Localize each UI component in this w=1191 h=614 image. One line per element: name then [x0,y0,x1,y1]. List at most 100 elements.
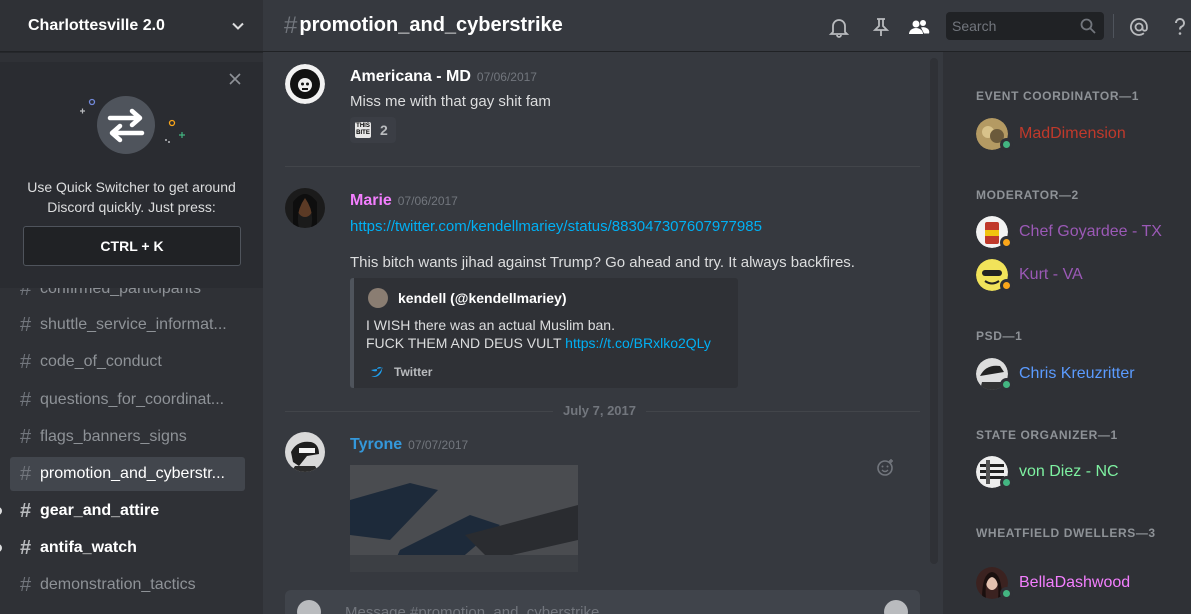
quick-switcher-hint: Use Quick Switcher to get around Discord… [0,177,263,217]
unread-indicator [0,507,2,515]
member-name: Chef Goyardee - TX [1019,223,1162,240]
quick-switcher-icon [80,96,185,154]
role-header: EVENT COORDINATOR—1 [976,89,1139,103]
message-author[interactable]: Marie 07/06/2017 [350,192,458,210]
hash-icon: # [20,425,32,448]
status-online-indicator [1000,587,1013,600]
channel-label: flags_banners_signs [40,428,187,445]
message-text: Miss me with that gay shit fam [350,93,551,110]
members-icon[interactable] [908,16,930,38]
hash-icon: # [20,573,32,596]
close-icon[interactable] [228,72,242,86]
quick-switcher-popup: Use Quick Switcher to get around Discord… [0,62,263,288]
search-input[interactable]: Search [946,12,1104,40]
hash-icon: # [20,536,32,559]
quick-switcher-shortcut-button[interactable]: CTRL + K [23,226,241,266]
channel-flags-banners-signs[interactable]: # flags_banners_signs [10,420,245,454]
avatar[interactable] [285,64,325,104]
status-idle-indicator [1000,236,1013,249]
channel-promotion-and-cyberstrike[interactable]: # promotion_and_cyberstr... [10,457,245,491]
message-timestamp: 07/07/2017 [408,438,469,452]
hash-icon: # [20,462,32,485]
status-online-indicator [1000,138,1013,151]
hash-icon: # [20,313,32,336]
embed-link[interactable]: https://t.co/BRxlko2QLy [565,335,711,351]
hash-icon: # [20,499,32,522]
member-item[interactable]: Kurt - VA [976,258,1186,292]
channel-label: antifa_watch [40,539,137,556]
member-name: Chris Kreuzritter [1019,365,1135,382]
this-bite-emoji-icon: THIS BITE [355,122,371,138]
channel-demonstration-tactics[interactable]: # demonstration_tactics [10,568,245,602]
search-icon [1080,18,1096,34]
channel-code-of-conduct[interactable]: # code_of_conduct [10,345,245,379]
chevron-down-icon[interactable] [231,19,245,33]
member-name: Kurt - VA [1019,266,1083,283]
message-author[interactable]: Americana - MD 07/06/2017 [350,68,537,86]
server-name: Charlottesville 2.0 [28,16,165,34]
role-header: WHEATFIELD DWELLERS—3 [976,526,1156,540]
header-divider [1113,14,1114,38]
message-link[interactable]: https://twitter.com/kendellmariey/status… [350,218,762,235]
message-input[interactable] [345,600,845,614]
avatar[interactable] [285,432,325,472]
member-item[interactable]: MadDimension [976,117,1186,151]
role-header: MODERATOR—2 [976,188,1079,202]
member-item[interactable]: Chris Kreuzritter [976,357,1186,391]
emoji-picker-icon[interactable] [884,600,908,614]
embed-avatar [368,288,388,308]
embed-text-line: I WISH there was an actual Muslim ban. [366,317,615,333]
hint-line-2: Discord quickly. Just press: [47,199,216,215]
message-timestamp: 07/06/2017 [476,70,537,84]
message: Americana - MD 07/06/2017 Miss me with th… [285,62,925,172]
add-reaction-icon[interactable] [876,457,896,477]
hash-icon: # [20,350,32,373]
channel-label: questions_for_coordinat... [40,391,225,408]
search-placeholder: Search [952,18,997,34]
unread-indicator [0,544,2,552]
member-item[interactable]: Chef Goyardee - TX [976,215,1186,249]
hint-line-1: Use Quick Switcher to get around [27,179,236,195]
messages-scrollbar[interactable] [930,58,938,564]
member-item[interactable]: von Diez - NC [976,455,1186,489]
server-header[interactable]: Charlottesville 2.0 [0,0,263,52]
role-header: STATE ORGANIZER—1 [976,428,1118,442]
embed-text: FUCK THEM AND DEUS VULT [366,335,566,351]
upload-icon[interactable] [297,600,321,614]
message-timestamp: 07/06/2017 [397,194,458,208]
bell-icon[interactable] [828,16,850,38]
channel-shuttle-service[interactable]: # shuttle_service_informat... [10,308,245,342]
channel-questions-for-coordinators[interactable]: # questions_for_coordinat... [10,383,245,417]
channel-gear-and-attire[interactable]: # gear_and_attire [10,494,245,528]
help-icon[interactable] [1169,16,1191,38]
author-name: Tyrone [350,436,403,453]
channel-label: demonstration_tactics [40,576,196,593]
pin-icon[interactable] [870,16,892,38]
embed-author[interactable]: kendell (@kendellmariey) [398,290,567,306]
message-author[interactable]: Tyrone 07/07/2017 [350,436,468,454]
channel-label: gear_and_attire [40,502,160,519]
status-online-indicator [1000,378,1013,391]
reaction-count: 2 [380,122,388,138]
channel-label: shuttle_service_informat... [40,316,227,333]
channel-label: code_of_conduct [40,353,162,370]
message-divider [285,166,920,167]
member-name: von Diez - NC [1019,463,1119,480]
member-item[interactable]: BellaDashwood [976,566,1186,600]
date-divider-label: July 7, 2017 [553,403,646,418]
mention-icon[interactable] [1128,16,1150,38]
image-attachment[interactable] [350,465,578,572]
message-composer [285,590,920,614]
role-header: PSD—1 [976,329,1023,343]
channel-antifa-watch[interactable]: # antifa_watch [10,531,245,565]
avatar[interactable] [285,188,325,228]
reaction-button[interactable]: THIS BITE 2 [350,117,396,143]
twitter-embed: kendell (@kendellmariey) I WISH there wa… [350,278,738,388]
member-name: MadDimension [1019,125,1126,142]
embed-text-line: FUCK THEM AND DEUS VULT https://t.co/BRx… [366,335,711,351]
channel-sidebar: Charlottesville 2.0 # confirmed_participa… [0,0,263,614]
hash-icon: # [20,388,32,411]
message-list: Americana - MD 07/06/2017 Miss me with th… [263,52,943,572]
channel-title: promotion_and_cyberstrike [299,14,563,36]
author-name: Americana - MD [350,68,471,85]
